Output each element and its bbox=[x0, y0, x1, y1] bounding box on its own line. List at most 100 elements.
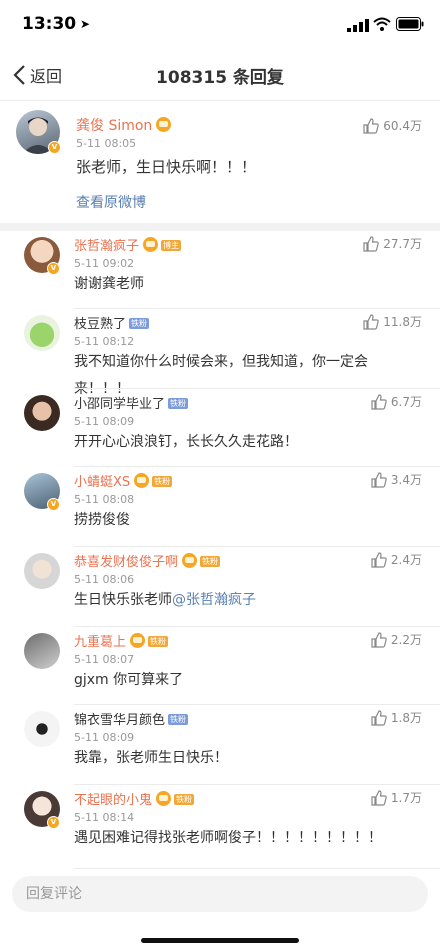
comment-username[interactable]: 九重葛上 铁粉 bbox=[74, 631, 169, 650]
comment-username[interactable]: 锦衣雪华月颜色 铁粉 bbox=[74, 709, 189, 728]
comment-item[interactable]: 恭喜发财俊俊子啊 铁粉 5-11 08:06 生日快乐张老师@张哲瀚疯子 2.4万 bbox=[0, 547, 440, 627]
avatar[interactable] bbox=[24, 633, 60, 669]
like-button[interactable]: 2.2万 bbox=[371, 631, 422, 648]
comment-text-body: gjxm 你可算来了 bbox=[74, 672, 184, 688]
comment-username[interactable]: 小邵同学毕业了 铁粉 bbox=[74, 393, 189, 412]
mention-link[interactable]: @张哲瀚疯子 bbox=[172, 592, 256, 608]
comment-item[interactable]: 九重葛上 铁粉 5-11 08:07 gjxm 你可算来了 2.2万 bbox=[0, 627, 440, 705]
crown-badge-icon bbox=[134, 473, 150, 488]
comment-username[interactable]: 不起眼的小鬼 铁粉 bbox=[74, 789, 195, 808]
fan-tag: 铁粉 bbox=[148, 636, 169, 647]
crown-badge-icon bbox=[182, 553, 198, 568]
comment-item[interactable]: V 不起眼的小鬼 铁粉 5-11 08:14 遇见困难记得找张老师啊俊子！！！！！！！！… bbox=[0, 785, 440, 869]
username[interactable]: 龚俊 Simon bbox=[76, 115, 172, 135]
comment-text: gjxm 你可算来了 bbox=[74, 667, 414, 694]
thumbs-up-icon bbox=[371, 709, 387, 726]
comment-text: 我靠，张老师生日快乐！ bbox=[74, 745, 414, 772]
thumbs-up-icon bbox=[371, 631, 387, 648]
like-count: 3.4万 bbox=[390, 473, 422, 487]
fan-tag: 博主 bbox=[161, 240, 182, 251]
like-button[interactable]: 1.8万 bbox=[371, 709, 422, 726]
like-button[interactable]: 6.7万 bbox=[371, 393, 422, 410]
comment-text: 开开心心浪浪钉，长长久久走花路！ bbox=[74, 429, 414, 456]
like-count: 27.7万 bbox=[383, 237, 422, 251]
status-bar: 13:30 ➤ bbox=[0, 0, 440, 50]
username-text: 龚俊 Simon bbox=[76, 118, 153, 134]
fan-tag: 铁粉 bbox=[168, 398, 189, 409]
comment-username-text: 不起眼的小鬼 bbox=[74, 793, 153, 808]
page-title: 108315 条回复 bbox=[156, 68, 284, 88]
comment-time: 5-11 08:06 bbox=[74, 573, 135, 586]
comment-time: 5-11 08:09 bbox=[74, 731, 135, 744]
like-count: 1.7万 bbox=[390, 791, 422, 805]
comment-text-body: 我靠，张老师生日快乐！ bbox=[74, 750, 228, 766]
fan-tag: 铁粉 bbox=[174, 794, 195, 805]
avatar[interactable] bbox=[24, 553, 60, 589]
comment-item[interactable]: 小邵同学毕业了 铁粉 5-11 08:09 开开心心浪浪钉，长长久久走花路！ 6.7万 bbox=[0, 389, 440, 467]
verified-badge-icon: V bbox=[47, 498, 60, 511]
comment-item[interactable]: V 张哲瀚疯子 博主 5-11 09:02 谢谢龚老师 27.7万 bbox=[0, 231, 440, 309]
comment-username[interactable]: 枝豆熟了 铁粉 bbox=[74, 313, 150, 332]
comment-text-body: 开开心心浪浪钉，长长久久走花路！ bbox=[74, 434, 298, 450]
like-button[interactable]: 60.4万 bbox=[363, 117, 422, 134]
fan-tag: 铁粉 bbox=[168, 714, 189, 725]
nav-bar: 返回 108315 条回复 bbox=[0, 50, 440, 100]
like-count: 2.4万 bbox=[390, 553, 422, 567]
crown-badge-icon bbox=[156, 791, 172, 806]
avatar[interactable] bbox=[24, 395, 60, 431]
status-time: 13:30 bbox=[22, 14, 77, 34]
like-button[interactable]: 2.4万 bbox=[371, 551, 422, 568]
comment-username[interactable]: 小蜻蜓XS 铁粉 bbox=[74, 471, 173, 490]
view-original-link[interactable]: 查看原微博 bbox=[76, 192, 146, 212]
section-divider bbox=[0, 223, 440, 231]
like-count: 6.7万 bbox=[390, 395, 422, 409]
fan-tag: 铁粉 bbox=[152, 476, 173, 487]
thumbs-up-icon bbox=[371, 551, 387, 568]
comment-text-body: 谢谢龚老师 bbox=[74, 276, 144, 292]
like-button[interactable]: 11.8万 bbox=[363, 313, 422, 330]
like-count: 2.2万 bbox=[390, 633, 422, 647]
post-text: 张老师，生日快乐啊！！！ bbox=[76, 158, 257, 176]
verified-badge-icon: V bbox=[48, 141, 61, 154]
original-post: V 龚俊 Simon 5-11 08:05 张老师，生日快乐啊！！！ 查看原微博… bbox=[0, 100, 440, 223]
comment-username-text: 枝豆熟了 bbox=[74, 317, 127, 332]
fan-tag: 铁粉 bbox=[129, 318, 150, 329]
home-indicator[interactable] bbox=[141, 938, 299, 943]
comment-text: 谢谢龚老师 bbox=[74, 271, 414, 298]
comment-time: 5-11 08:12 bbox=[74, 335, 135, 348]
comment-item[interactable]: 枝豆熟了 铁粉 5-11 08:12 我不知道你什么时候会来，但我知道，你一定会来！！… bbox=[0, 309, 440, 397]
battery-icon bbox=[396, 17, 424, 31]
comment-text-body: 遇见困难记得找张老师啊俊子！！！！！！！！！ bbox=[74, 830, 382, 846]
verified-badge-icon: V bbox=[47, 816, 60, 829]
like-button[interactable]: 1.7万 bbox=[371, 789, 422, 806]
comment-username[interactable]: 张哲瀚疯子 博主 bbox=[74, 235, 182, 254]
like-button[interactable]: 27.7万 bbox=[363, 235, 422, 252]
like-button[interactable]: 3.4万 bbox=[371, 471, 422, 488]
like-count: 60.4万 bbox=[383, 119, 422, 133]
location-arrow-icon: ➤ bbox=[80, 17, 91, 31]
like-count: 1.8万 bbox=[390, 711, 422, 725]
like-count: 11.8万 bbox=[383, 315, 422, 329]
avatar[interactable] bbox=[24, 315, 60, 351]
comment-time: 5-11 08:07 bbox=[74, 653, 135, 666]
crown-badge-icon bbox=[130, 633, 146, 648]
comment-username-text: 小邵同学毕业了 bbox=[74, 397, 166, 412]
comment-time: 5-11 08:14 bbox=[74, 811, 135, 824]
verified-badge-icon: V bbox=[47, 262, 60, 275]
comment-text: 捞捞俊俊 bbox=[74, 507, 414, 534]
post-time: 5-11 08:05 bbox=[76, 137, 137, 150]
comment-time: 5-11 08:09 bbox=[74, 415, 135, 428]
comment-username[interactable]: 恭喜发财俊俊子啊 铁粉 bbox=[74, 551, 221, 570]
cellular-signal-icon bbox=[347, 19, 369, 32]
row-divider bbox=[74, 868, 440, 869]
comment-item[interactable]: 锦衣雪华月颜色 铁粉 5-11 08:09 我靠，张老师生日快乐！ 1.8万 bbox=[0, 705, 440, 785]
comment-username-text: 恭喜发财俊俊子啊 bbox=[74, 555, 179, 570]
comment-item[interactable]: V 小蜻蜓XS 铁粉 5-11 08:08 捞捞俊俊 3.4万 bbox=[0, 467, 440, 547]
comment-username-text: 小蜻蜓XS bbox=[74, 475, 131, 490]
thumbs-up-icon bbox=[363, 117, 379, 134]
avatar[interactable] bbox=[24, 711, 60, 747]
thumbs-up-icon bbox=[363, 235, 379, 252]
comment-username-text: 张哲瀚疯子 bbox=[74, 239, 140, 254]
crown-badge-icon bbox=[156, 117, 172, 132]
reply-input[interactable] bbox=[12, 876, 428, 912]
